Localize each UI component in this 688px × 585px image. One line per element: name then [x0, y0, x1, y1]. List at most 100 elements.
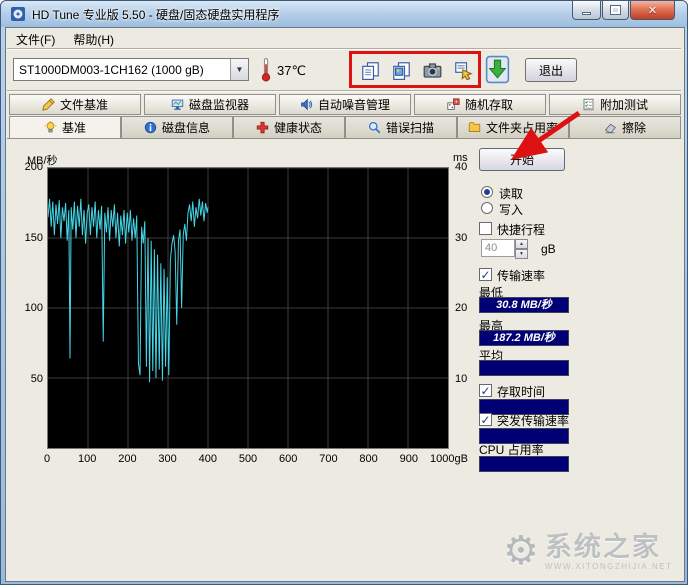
tab-benchmark[interactable]: 基准 [9, 116, 121, 139]
content-top-border [7, 138, 681, 139]
y-left-tick: 200 [24, 161, 43, 173]
transfer-rate-label[interactable]: 传输速率 [497, 267, 545, 284]
tab-folder-usage[interactable]: 文件夹占用率 [457, 116, 569, 139]
max-value: 187.2 MB/秒 [479, 330, 569, 346]
short-stroke-unit: gB [541, 242, 556, 256]
window-controls: ✕ [571, 1, 675, 20]
write-radio-label[interactable]: 写入 [499, 201, 523, 218]
dice-icon [447, 98, 460, 111]
avg-value [479, 360, 569, 376]
access-time-label[interactable]: 存取时间 [497, 383, 545, 400]
menu-item-file[interactable]: 文件(F) [7, 29, 64, 50]
y-right-tick: 20 [455, 302, 468, 314]
burst-rate-checkbox[interactable] [479, 413, 492, 426]
short-stroke-label[interactable]: 快捷行程 [497, 221, 545, 238]
x-tick: 600 [279, 453, 298, 465]
minimize-button[interactable] [572, 1, 601, 20]
watermark-site-url: WWW.XITONGZHIJIA.NET [544, 561, 673, 571]
tab-erase[interactable]: 擦除 [569, 116, 681, 139]
read-radio-label[interactable]: 读取 [499, 185, 523, 202]
stepper-up-icon[interactable]: ▲ [515, 239, 528, 249]
x-tick: 1000gB [430, 453, 468, 465]
y-left-tick: 50 [30, 372, 43, 385]
x-tick: 400 [198, 453, 217, 465]
tab-health[interactable]: 健康状态 [233, 116, 345, 139]
tab-file-benchmark[interactable]: 文件基准 [9, 94, 141, 115]
tab-label: 文件基准 [59, 98, 108, 112]
tab-random-access[interactable]: 随机存取 [414, 94, 546, 115]
x-tick: 800 [359, 453, 378, 465]
burst-rate-label[interactable]: 突发传输速率 [497, 412, 569, 429]
x-tick: 100 [78, 453, 97, 465]
close-icon: ✕ [647, 4, 658, 17]
y-right-tick: 40 [455, 161, 468, 173]
gear-icon: ⚙ [503, 529, 539, 573]
tab-extra-tests[interactable]: 附加测试 [549, 94, 681, 115]
tab-disk-monitor[interactable]: 磁盘监视器 [144, 94, 276, 115]
chevron-down-icon[interactable]: ▼ [230, 59, 248, 80]
start-button[interactable]: 开始 [479, 148, 565, 171]
watermark-site-name: 系统之家 [544, 531, 661, 562]
folder-icon [468, 121, 481, 134]
download-icon [485, 55, 510, 84]
monitor-icon [171, 98, 184, 111]
download-button[interactable] [485, 55, 510, 84]
speaker-icon [300, 98, 313, 111]
annotation-highlight-box [349, 51, 481, 88]
tab-label: 擦除 [621, 121, 646, 135]
short-stroke-stepper: ▲ ▼ [515, 239, 528, 259]
temperature-value: 37℃ [277, 63, 307, 78]
tab-label: 健康状态 [273, 121, 322, 135]
tab-aam[interactable]: 自动噪音管理 [279, 94, 411, 115]
maximize-icon [610, 5, 621, 15]
write-radio[interactable] [481, 202, 493, 214]
search-icon [368, 121, 381, 134]
short-stroke-input[interactable] [481, 239, 515, 257]
menu-separator [7, 48, 681, 50]
tab-label: 附加测试 [599, 98, 648, 112]
read-radio[interactable] [481, 186, 493, 198]
x-tick: 200 [118, 453, 137, 465]
menu-bar: 文件(F) 帮助(H) [7, 30, 681, 49]
x-tick: 300 [158, 453, 177, 465]
tab-error-scan[interactable]: 错误扫描 [345, 116, 457, 139]
stepper-down-icon[interactable]: ▼ [515, 249, 528, 259]
short-stroke-checkbox[interactable] [479, 222, 492, 235]
info-icon [144, 121, 157, 134]
drive-selector-value: ST1000DM003-1CH162 (1000 gB) [19, 62, 204, 77]
tab-label: 磁盘信息 [161, 121, 210, 135]
checklist-icon [582, 98, 595, 111]
toolbar-separator [7, 90, 681, 92]
y-left-tick: 150 [24, 231, 43, 244]
hdtune-window: HD Tune 专业版 5.50 - 硬盘/固态硬盘实用程序 ✕ 文件(F) 帮… [0, 0, 688, 585]
tab-row-bottom: 基准 磁盘信息 健康状态 错误扫描 文件夹占用率 擦除 [9, 116, 681, 139]
start-button-label: 开始 [509, 153, 534, 167]
minimize-icon [582, 11, 591, 15]
bulb-icon [44, 121, 57, 134]
tab-disk-info[interactable]: 磁盘信息 [121, 116, 233, 139]
menu-item-help[interactable]: 帮助(H) [64, 29, 123, 50]
thermometer-icon [260, 57, 272, 82]
cpu-usage-value [479, 456, 569, 472]
maximize-button[interactable] [602, 1, 629, 20]
tab-row-top: 文件基准 磁盘监视器 自动噪音管理 随机存取 附加测试 [9, 94, 681, 115]
watermark: ⚙ 系统之家 WWW.XITONGZHIJIA.NET [503, 531, 672, 571]
titlebar[interactable]: HD Tune 专业版 5.50 - 硬盘/固态硬盘实用程序 ✕ [1, 1, 687, 27]
close-button[interactable]: ✕ [630, 1, 675, 20]
tab-label: 错误扫描 [385, 121, 434, 135]
tab-label: 磁盘监视器 [188, 98, 249, 112]
access-time-checkbox[interactable] [479, 384, 492, 397]
benchmark-chart-canvas [48, 168, 448, 448]
health-icon [256, 121, 269, 134]
tab-label: 随机存取 [464, 98, 513, 112]
transfer-rate-checkbox[interactable] [479, 268, 492, 281]
tab-label: 文件夹占用率 [485, 121, 558, 135]
y-right-tick: 30 [455, 231, 468, 244]
y-left-tick: 100 [24, 302, 43, 314]
app-icon [10, 6, 26, 22]
exit-button[interactable]: 退出 [525, 58, 577, 82]
drive-selector[interactable]: ST1000DM003-1CH162 (1000 gB) ▼ [13, 58, 249, 81]
exit-button-label: 退出 [538, 63, 563, 78]
x-tick: 900 [399, 453, 418, 465]
tab-label: 自动噪音管理 [317, 98, 390, 112]
